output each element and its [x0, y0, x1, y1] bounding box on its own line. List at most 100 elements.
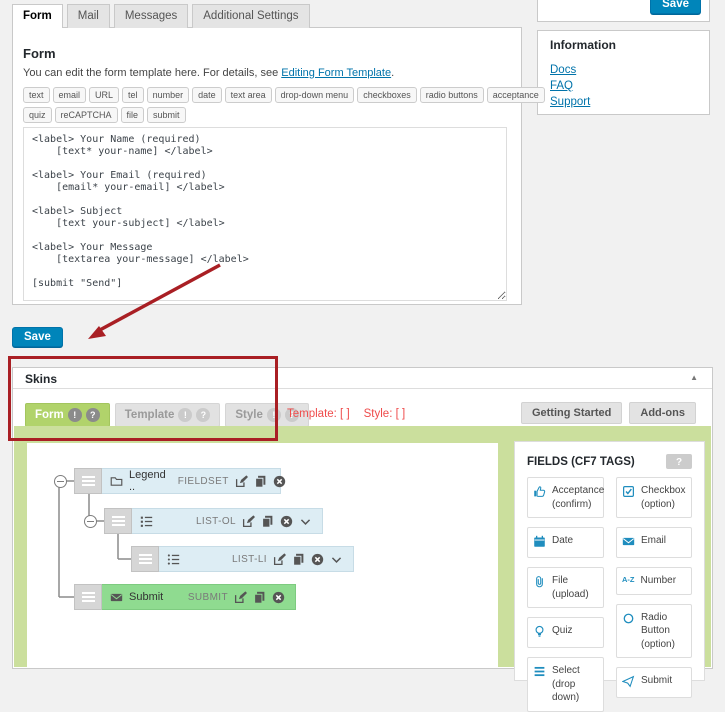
- tag-button-text-area[interactable]: text area: [225, 87, 272, 103]
- help-button[interactable]: ?: [666, 454, 692, 469]
- faq-link[interactable]: FAQ: [550, 80, 697, 92]
- duplicate-icon[interactable]: [292, 553, 305, 566]
- select-lines-icon: [533, 665, 546, 681]
- duplicate-icon[interactable]: [261, 515, 274, 528]
- chevron-down-icon[interactable]: [330, 553, 343, 566]
- tree-node-submit: Submit SUBMIT: [74, 584, 296, 610]
- skins-editor-canvas: Legend .. FIELDSET: [14, 426, 711, 667]
- lightbulb-icon: [533, 625, 546, 641]
- collapse-node-icon[interactable]: [84, 515, 97, 528]
- envelope-icon: [110, 591, 123, 604]
- docs-link[interactable]: Docs: [550, 64, 697, 76]
- status-box: Save: [537, 0, 710, 22]
- editing-form-template-link[interactable]: Editing Form Template: [281, 67, 391, 79]
- tag-button-recaptcha[interactable]: reCAPTCHA: [55, 107, 118, 123]
- collapse-toggle-icon[interactable]: ▲: [690, 373, 698, 382]
- field-number-button[interactable]: A-Z Number: [616, 567, 692, 595]
- duplicate-icon[interactable]: [254, 475, 267, 488]
- tag-button-acceptance[interactable]: acceptance: [487, 87, 545, 103]
- field-email-button[interactable]: Email: [616, 527, 692, 558]
- chevron-down-icon[interactable]: [299, 515, 312, 528]
- field-checkbox-button[interactable]: Checkbox (option): [616, 477, 692, 518]
- tree-node-fieldset: Legend .. FIELDSET: [74, 468, 281, 494]
- tag-button-url[interactable]: URL: [89, 87, 119, 103]
- skins-metabox: Skins ▲ Form ! ? Template ! ? Style ! ? …: [12, 367, 713, 669]
- tag-button-email[interactable]: email: [53, 87, 87, 103]
- support-link[interactable]: Support: [550, 96, 697, 108]
- help-badge[interactable]: ?: [196, 408, 210, 422]
- delete-icon[interactable]: [280, 515, 293, 528]
- node-type: SUBMIT: [188, 592, 228, 603]
- skins-tab-template-label: Template: [125, 409, 175, 421]
- drag-handle-icon[interactable]: [74, 468, 102, 494]
- skins-title: Skins: [13, 368, 712, 386]
- tag-button-number[interactable]: number: [147, 87, 190, 103]
- alert-badge[interactable]: !: [267, 408, 281, 422]
- form-panel-description: You can edit the form template here. For…: [23, 67, 511, 79]
- skins-tab-form[interactable]: Form ! ?: [25, 403, 110, 427]
- tag-button-radio-buttons[interactable]: radio buttons: [420, 87, 484, 103]
- delete-icon[interactable]: [311, 553, 324, 566]
- node-label: Legend ..: [129, 469, 166, 493]
- field-date-button[interactable]: Date: [527, 527, 604, 558]
- drag-handle-icon[interactable]: [104, 508, 132, 534]
- duplicate-icon[interactable]: [253, 591, 266, 604]
- skins-tab-template[interactable]: Template ! ?: [115, 403, 221, 427]
- drag-handle-icon[interactable]: [131, 546, 159, 572]
- folder-icon: [110, 475, 123, 488]
- tag-button-submit[interactable]: submit: [147, 107, 186, 123]
- save-button[interactable]: Save: [12, 327, 63, 347]
- description-text: You can edit the form template here. For…: [23, 67, 281, 79]
- tag-button-text[interactable]: text: [23, 87, 50, 103]
- help-badge[interactable]: ?: [86, 408, 100, 422]
- field-radio-button[interactable]: Radio Button (option): [616, 604, 692, 659]
- tag-button-tel[interactable]: tel: [122, 87, 144, 103]
- tab-messages[interactable]: Messages: [114, 4, 188, 28]
- tag-button-drop-down-menu[interactable]: drop-down menu: [275, 87, 355, 103]
- tag-button-date[interactable]: date: [192, 87, 222, 103]
- field-file-button[interactable]: File (upload): [527, 567, 604, 608]
- form-editor-tabs: Form Mail Messages Additional Settings: [12, 4, 310, 28]
- drag-handle-icon[interactable]: [74, 584, 102, 610]
- tab-form[interactable]: Form: [12, 4, 63, 28]
- field-quiz-button[interactable]: Quiz: [527, 617, 604, 648]
- information-box: Information Docs FAQ Support: [537, 30, 710, 115]
- tag-button-quiz[interactable]: quiz: [23, 107, 52, 123]
- edit-icon[interactable]: [234, 591, 247, 604]
- field-label: Acceptance (confirm): [552, 484, 604, 511]
- submit-icon: [622, 675, 635, 691]
- alert-badge[interactable]: !: [178, 408, 192, 422]
- delete-icon[interactable]: [273, 475, 286, 488]
- edit-icon[interactable]: [242, 515, 255, 528]
- tab-additional-settings[interactable]: Additional Settings: [192, 4, 309, 28]
- tag-button-file[interactable]: file: [121, 107, 145, 123]
- edit-icon[interactable]: [273, 553, 286, 566]
- field-label: Submit: [641, 674, 672, 688]
- collapse-node-icon[interactable]: [54, 475, 67, 488]
- node-type: LIST-OL: [196, 516, 236, 527]
- tag-button-checkboxes[interactable]: checkboxes: [357, 87, 417, 103]
- delete-icon[interactable]: [272, 591, 285, 604]
- fields-column-left: Acceptance (confirm) Date File (upload) …: [527, 477, 604, 712]
- fields-panel-title: FIELDS (CF7 TAGS): [527, 456, 635, 468]
- field-label: Quiz: [552, 624, 573, 638]
- field-acceptance-button[interactable]: Acceptance (confirm): [527, 477, 604, 518]
- alert-badge[interactable]: !: [68, 408, 82, 422]
- getting-started-button[interactable]: Getting Started: [521, 402, 622, 424]
- add-ons-button[interactable]: Add-ons: [629, 402, 696, 424]
- field-submit-button[interactable]: Submit: [616, 667, 692, 698]
- form-panel-title: Form: [23, 46, 511, 61]
- sidebar-save-button[interactable]: Save: [650, 0, 701, 14]
- edit-icon[interactable]: [235, 475, 248, 488]
- checkbox-icon: [622, 485, 635, 501]
- field-select-button[interactable]: Select (drop down): [527, 657, 604, 712]
- fields-cf7-tags-panel: FIELDS (CF7 TAGS) ? Acceptance (confirm)…: [514, 441, 705, 681]
- ordered-list-icon: [140, 515, 153, 528]
- template-status: Template: [ ]: [287, 408, 350, 420]
- paperclip-icon: [533, 575, 546, 591]
- tab-mail[interactable]: Mail: [67, 4, 110, 28]
- tree-node-list-ol: LIST-OL: [104, 508, 323, 534]
- field-label: Number: [641, 574, 677, 588]
- tag-generator-row-2: quiz reCAPTCHA file submit: [23, 107, 511, 123]
- form-template-textarea[interactable]: <label> Your Name (required) [text* your…: [23, 127, 507, 301]
